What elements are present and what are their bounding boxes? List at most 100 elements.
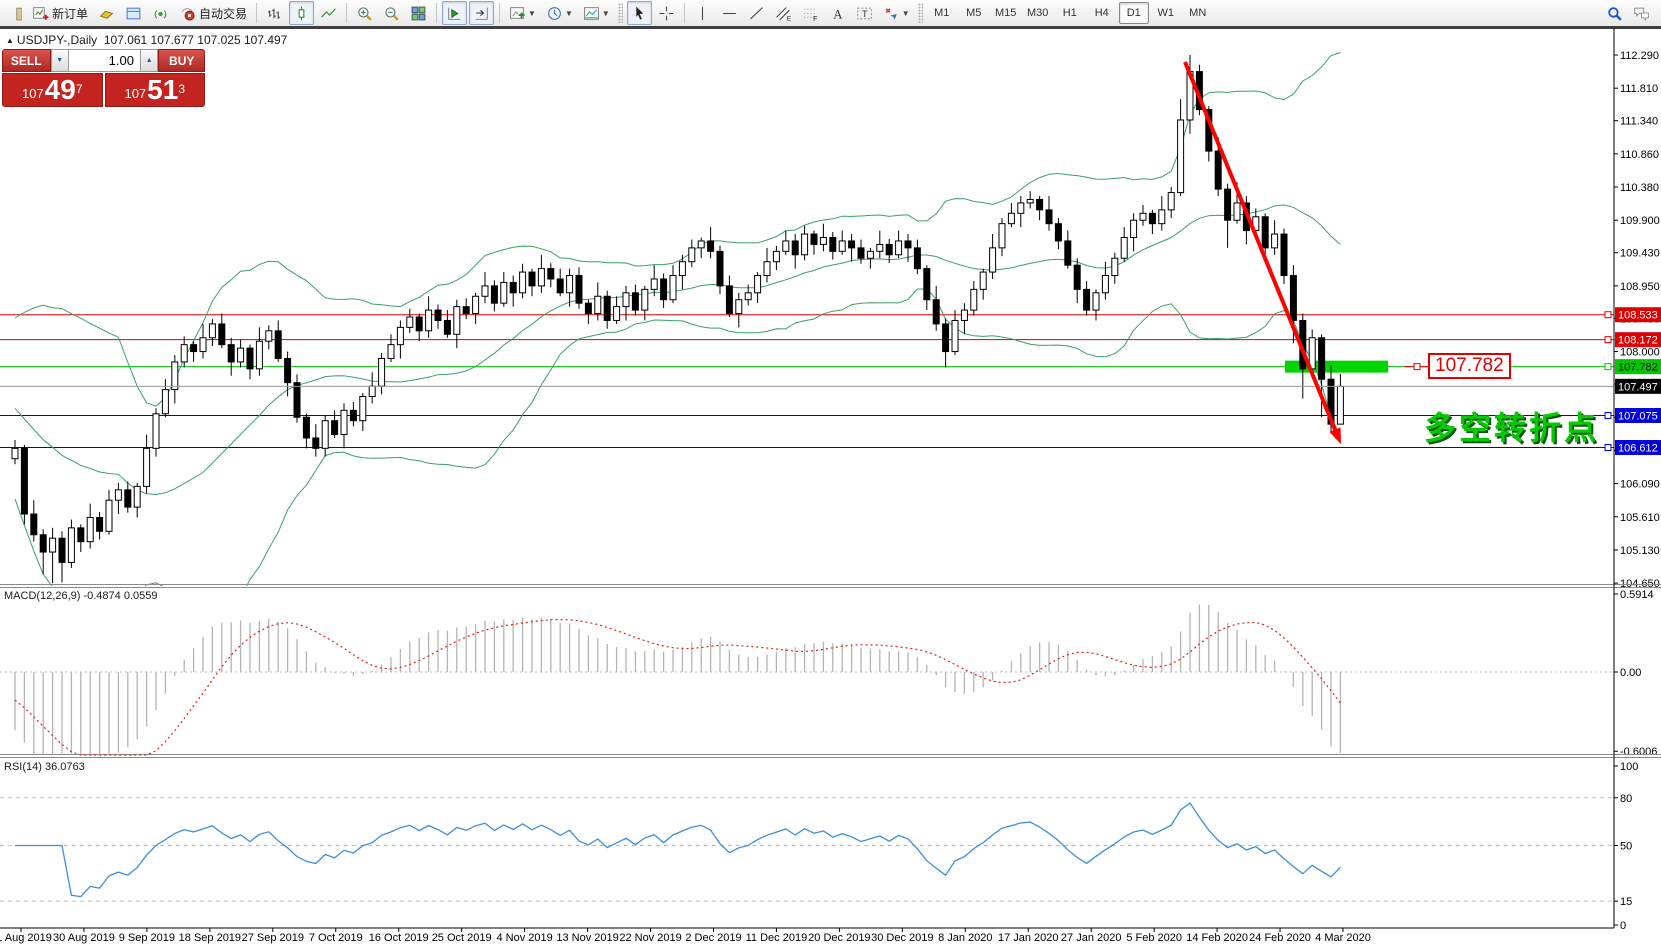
search-button[interactable] <box>1602 1 1627 25</box>
arrows-button[interactable]: ▼ <box>879 1 914 25</box>
auto-scroll-button[interactable] <box>442 1 467 25</box>
timeframe-m1-button[interactable]: M1 <box>927 2 957 24</box>
crosshair-button[interactable] <box>654 1 679 25</box>
channel-icon: E <box>775 5 792 22</box>
candle-body <box>1131 220 1137 237</box>
templates-button[interactable]: ▼ <box>579 1 614 25</box>
fibonacci-button[interactable]: F <box>798 1 823 25</box>
price-axis-label: 105.130 <box>1620 545 1660 557</box>
date-axis-label: 4 Nov 2019 <box>496 932 552 944</box>
candle-body <box>473 296 479 313</box>
trend-arrow-line[interactable] <box>1185 62 1338 437</box>
cursor-button[interactable] <box>627 1 652 25</box>
templates-icon <box>583 5 600 22</box>
sell-price-tile[interactable]: 107 49 7 <box>2 73 103 107</box>
dropdown-arrow-icon[interactable]: ▼ <box>528 9 536 18</box>
auto-trading-button[interactable]: 自动交易 <box>175 1 251 25</box>
toolbar-separator <box>684 3 685 23</box>
equidistant-channel-button[interactable]: E <box>771 1 796 25</box>
window-icon <box>125 5 142 22</box>
vertical-line-button[interactable] <box>690 1 715 25</box>
candle-body <box>567 276 573 293</box>
zoom-in-button[interactable] <box>352 1 377 25</box>
chart-shift-button[interactable] <box>469 1 494 25</box>
trendline-button[interactable] <box>744 1 769 25</box>
candle-body <box>341 410 347 434</box>
volume-decrease-button[interactable]: ▼ <box>51 49 69 72</box>
dropdown-arrow-icon[interactable]: ▼ <box>565 9 573 18</box>
candle-body <box>1037 199 1043 209</box>
line-chart-button[interactable] <box>316 1 341 25</box>
dropdown-arrow-icon[interactable]: ▼ <box>902 9 910 18</box>
date-axis-label: 8 Jan 2020 <box>938 932 992 944</box>
bars-icon <box>266 5 283 22</box>
macd-readout: MACD(12,26,9) -0.4874 0.0559 <box>4 590 157 602</box>
buy-price-tile[interactable]: 107 51 3 <box>105 73 206 107</box>
timeframe-m30-button[interactable]: M30 <box>1023 2 1053 24</box>
ohlc-readout: 107.061 107.677 107.025 107.497 <box>104 33 288 47</box>
indicators-icon <box>509 5 526 22</box>
zoom-out-button[interactable] <box>379 1 404 25</box>
rsi-axis-label: 50 <box>1620 841 1632 853</box>
trendline-icon <box>748 5 765 22</box>
text-button[interactable]: A <box>825 1 850 25</box>
candle-body <box>961 310 967 320</box>
timeframe-mn-button[interactable]: MN <box>1183 2 1213 24</box>
collapse-icon[interactable]: ▲ <box>6 36 14 45</box>
candle-body <box>679 262 685 276</box>
line-handle-square[interactable] <box>1605 337 1611 343</box>
price-level-label-text: 107.497 <box>1618 381 1658 393</box>
indicators-button[interactable]: ▼ <box>505 1 540 25</box>
timeframe-h4-button[interactable]: H4 <box>1087 2 1117 24</box>
line-handle-square[interactable] <box>1605 445 1611 451</box>
text-label-button[interactable]: T <box>852 1 877 25</box>
signals-button[interactable] <box>148 1 173 25</box>
tile-windows-button[interactable] <box>406 1 431 25</box>
date-axis-label: 22 Nov 2019 <box>619 932 681 944</box>
volume-increase-button[interactable]: ▲ <box>140 49 158 72</box>
chart-annotation-text[interactable]: 多空转折点 <box>1424 403 1599 449</box>
line-handle-square[interactable] <box>1605 413 1611 419</box>
candle-body <box>576 276 582 304</box>
sell-button[interactable]: SELL <box>2 49 51 72</box>
candle-body <box>501 282 507 303</box>
timeframe-m5-button[interactable]: M5 <box>959 2 989 24</box>
periods-button[interactable]: ▼ <box>542 1 577 25</box>
sell-price-pips: 49 <box>45 76 76 104</box>
candle-body <box>849 241 855 248</box>
date-axis-label: 2 Dec 2019 <box>685 932 741 944</box>
candle-body <box>595 296 601 313</box>
candle-body <box>1215 151 1221 189</box>
timeframe-m15-button[interactable]: M15 <box>991 2 1021 24</box>
macd-axis-label: -0.6006 <box>1620 746 1657 758</box>
signal-icon <box>152 5 169 22</box>
volume-input[interactable]: 1.00 <box>69 49 140 72</box>
dropdown-arrow-icon[interactable]: ▼ <box>602 9 610 18</box>
rsi-readout: RSI(14) 36.0763 <box>4 761 85 773</box>
timeframe-d1-button[interactable]: D1 <box>1119 2 1149 24</box>
callout-handle-square[interactable] <box>1414 364 1420 370</box>
candle-body <box>708 241 714 251</box>
price-level-label-text: 108.172 <box>1618 335 1658 347</box>
candlestick-chart-button[interactable] <box>289 1 314 25</box>
candle-body <box>463 307 469 314</box>
market-watch-button[interactable] <box>94 1 119 25</box>
horizontal-line-button[interactable] <box>717 1 742 25</box>
new-order-button[interactable]: 新订单 <box>28 1 92 25</box>
candle-body <box>914 248 920 269</box>
candle-body <box>444 320 450 334</box>
data-window-button[interactable] <box>121 1 146 25</box>
buy-button[interactable]: BUY <box>158 49 205 72</box>
clipped-icon[interactable] <box>1 1 26 25</box>
chat-button[interactable] <box>1629 1 1654 25</box>
timeframe-h1-button[interactable]: H1 <box>1055 2 1085 24</box>
candle-body <box>867 251 873 258</box>
timeframe-w1-button[interactable]: W1 <box>1151 2 1181 24</box>
price-callout[interactable]: 107.782 <box>1428 353 1511 379</box>
toolbar-button-label: 新订单 <box>52 5 88 22</box>
bar-chart-button[interactable] <box>262 1 287 25</box>
line-handle-square[interactable] <box>1605 364 1611 370</box>
line-handle-square[interactable] <box>1605 312 1611 318</box>
date-axis-label: 7 Oct 2019 <box>309 932 363 944</box>
linechart-icon <box>320 5 337 22</box>
